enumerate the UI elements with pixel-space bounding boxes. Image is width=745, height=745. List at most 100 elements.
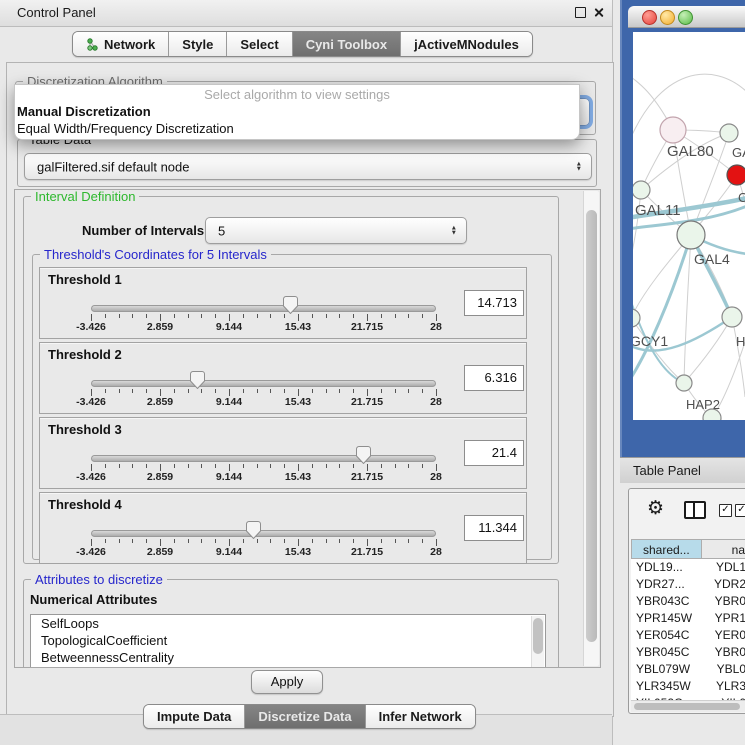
edge [732, 317, 745, 397]
minor-tick [132, 539, 133, 543]
tab-select[interactable]: Select [227, 32, 292, 56]
column-header-name[interactable]: na [702, 539, 745, 559]
popup-placeholder: Select algorithm to view settings [15, 85, 579, 104]
threshold-3-slider-track[interactable] [91, 455, 436, 462]
cell-name[interactable]: YDL1 [708, 559, 745, 576]
threshold-4-slider-track[interactable] [91, 530, 436, 537]
tab-style[interactable]: Style [169, 32, 227, 56]
cell-name[interactable]: YPR1 [707, 610, 745, 627]
cell-name[interactable]: YBR0 [707, 593, 745, 610]
numerical-attributes-list[interactable]: SelfLoopsTopologicalCoefficientBetweenne… [30, 614, 546, 668]
cell-name[interactable]: YLR3 [708, 678, 745, 695]
tab-discretize-data[interactable]: Discretize Data [245, 705, 365, 728]
checkbox-checked-icon[interactable]: ✓ [735, 504, 745, 517]
cell-shared-name[interactable]: YBR045C [631, 644, 707, 661]
table-data-combobox[interactable]: galFiltered.sif default node ▲▼ [24, 153, 592, 180]
zoom-traffic-light-icon[interactable] [678, 10, 693, 25]
minor-tick [353, 539, 354, 543]
scale-label: 2.859 [147, 546, 173, 558]
scale-label: 15.43 [285, 321, 311, 333]
minor-tick [215, 314, 216, 318]
control-panel-tab-bar: NetworkStyleSelectCyni ToolboxjActiveMNo… [72, 31, 533, 57]
tab-jactivemnodules[interactable]: jActiveMNodules [401, 32, 532, 56]
threshold-4-slider-thumb[interactable] [246, 521, 261, 539]
close-traffic-light-icon[interactable] [642, 10, 657, 25]
cell-name[interactable]: YBL0 [709, 661, 745, 678]
table-row[interactable]: YPR145WYPR1 [631, 610, 745, 627]
table-row[interactable]: YBR045CYBR0 [631, 644, 745, 661]
popup-option-manual-discretization[interactable]: Manual Discretization [15, 104, 579, 121]
cell-shared-name[interactable]: YER054C [631, 627, 707, 644]
attributes-scrollbar[interactable] [531, 616, 544, 668]
GAL4-node[interactable] [677, 221, 705, 249]
apply-button[interactable]: Apply [251, 670, 323, 694]
cell-name[interactable]: YER0 [707, 627, 745, 644]
right-node[interactable] [722, 307, 742, 327]
threshold-1-value-field[interactable]: 14.713 [464, 290, 524, 316]
threshold-2-slider-thumb[interactable] [190, 371, 205, 389]
threshold-3-slider-thumb[interactable] [356, 446, 371, 464]
vertical-scrollbar[interactable] [583, 191, 599, 666]
minor-tick [326, 314, 327, 318]
threshold-2-slider-track[interactable] [91, 380, 436, 387]
tab-impute-data[interactable]: Impute Data [144, 705, 245, 728]
threshold-2-value-field[interactable]: 6.316 [464, 365, 524, 391]
tab-network[interactable]: Network [73, 32, 169, 56]
threshold-3-value-field[interactable]: 21.4 [464, 440, 524, 466]
minor-tick [201, 539, 202, 543]
cell-name[interactable]: YBR0 [707, 644, 745, 661]
table-row[interactable]: YBL079WYBL0 [631, 661, 745, 678]
network-graph[interactable]: GAL80GACGAL11GAL4GCY1HHAP2 [633, 32, 745, 420]
red-node[interactable] [727, 165, 745, 185]
minor-tick [284, 539, 285, 543]
table-row[interactable]: YDL19...YDL1 [631, 559, 745, 576]
minimize-traffic-light-icon[interactable] [660, 10, 675, 25]
float-window-icon[interactable] [575, 7, 586, 18]
minor-tick [339, 464, 340, 468]
table-row[interactable]: YDR27...YDR2 [631, 576, 745, 593]
network-canvas[interactable]: GAL80GACGAL11GAL4GCY1HHAP2 [633, 32, 745, 420]
cell-name[interactable]: YDR2 [706, 576, 745, 593]
minor-tick [270, 314, 271, 318]
HAP2-node[interactable] [676, 375, 692, 391]
close-icon[interactable] [593, 7, 604, 18]
minor-tick [381, 314, 382, 318]
cell-shared-name[interactable]: YDL19... [631, 559, 708, 576]
attribute-item-topologicalcoefficient[interactable]: TopologicalCoefficient [31, 632, 545, 649]
table-row[interactable]: YER054CYER0 [631, 627, 745, 644]
scale-label: -3.426 [76, 546, 106, 558]
tab-cyni-toolbox[interactable]: Cyni Toolbox [293, 32, 401, 56]
cell-shared-name[interactable]: YPR145W [631, 610, 707, 627]
scrollbar-thumb[interactable] [634, 703, 740, 710]
checkbox-checked-icon[interactable]: ✓ [719, 504, 732, 517]
attribute-item-selfloops[interactable]: SelfLoops [31, 615, 545, 632]
scale-label: 2.859 [147, 396, 173, 408]
table-row[interactable]: YBR043CYBR0 [631, 593, 745, 610]
threshold-1-slider-thumb[interactable] [283, 296, 298, 314]
GAL80-node[interactable] [660, 117, 686, 143]
GAL11-node[interactable] [633, 181, 650, 199]
cell-shared-name[interactable]: YBR043C [631, 593, 707, 610]
minor-tick [105, 389, 106, 393]
cell-shared-name[interactable]: YLR345W [631, 678, 708, 695]
threshold-1-slider-track[interactable] [91, 305, 436, 312]
cell-shared-name[interactable]: YBL079W [631, 661, 709, 678]
minor-tick [243, 314, 244, 318]
table-row[interactable]: YLR345WYLR3 [631, 678, 745, 695]
split-pane-icon[interactable] [684, 501, 706, 519]
threshold-4-value-field[interactable]: 11.344 [464, 515, 524, 541]
minor-tick [201, 389, 202, 393]
cell-shared-name[interactable]: YDR27... [631, 576, 706, 593]
number-of-intervals-combobox[interactable]: 5 ▲▼ [205, 217, 467, 244]
scale-label: 2.859 [147, 321, 173, 333]
popup-option-equal-width-frequency-discretization[interactable]: Equal Width/Frequency Discretization [15, 121, 579, 138]
horizontal-scrollbar[interactable] [631, 700, 745, 712]
top-right-node[interactable] [720, 124, 738, 142]
scrollbar-thumb[interactable] [586, 210, 597, 642]
gear-icon[interactable]: ⚙ [647, 498, 664, 520]
column-header-shared-name[interactable]: shared... [631, 539, 702, 559]
control-panel-window: Control Panel NetworkStyleSelectCyni Too… [0, 0, 613, 745]
tab-infer-network[interactable]: Infer Network [366, 705, 475, 728]
attribute-item-betweennesscentrality[interactable]: BetweennessCentrality [31, 649, 545, 666]
scale-label: 2.859 [147, 471, 173, 483]
